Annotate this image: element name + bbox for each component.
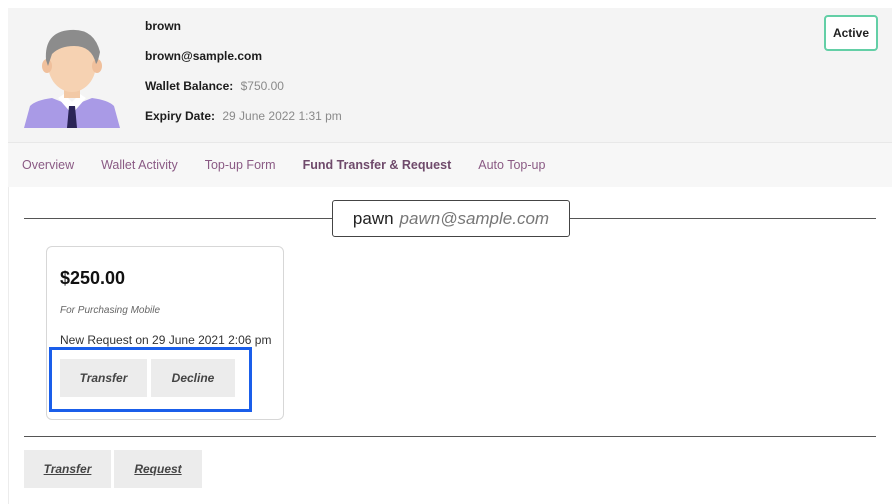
user-info: brown brown@sample.com Wallet Balance: $… xyxy=(145,18,342,138)
actions-divider xyxy=(24,436,876,437)
tab-bar: Overview Wallet Activity Top-up Form Fun… xyxy=(8,142,892,187)
transfer-button[interactable]: Transfer xyxy=(24,450,111,488)
contact-email: pawn@sample.com xyxy=(399,208,550,228)
wallet-balance-label: Wallet Balance: xyxy=(145,79,234,93)
request-note: For Purchasing Mobile xyxy=(60,305,161,316)
tab-top-up-form[interactable]: Top-up Form xyxy=(205,158,276,172)
request-transfer-button[interactable]: Transfer xyxy=(60,359,147,397)
user-name: brown xyxy=(145,19,181,33)
request-amount: $250.00 xyxy=(60,268,126,288)
avatar xyxy=(22,20,122,128)
expiry-date-value: 29 June 2022 1:31 pm xyxy=(222,109,342,123)
wallet-balance-value: $750.00 xyxy=(240,79,284,93)
expiry-date-label: Expiry Date: xyxy=(145,109,216,123)
user-email: brown@sample.com xyxy=(145,49,263,63)
tab-fund-transfer-request[interactable]: Fund Transfer & Request xyxy=(303,158,452,172)
request-date: New Request on 29 June 2021 2:06 pm xyxy=(60,333,272,347)
request-button[interactable]: Request xyxy=(114,450,202,488)
contact-name: pawn xyxy=(352,208,394,228)
tab-auto-top-up[interactable]: Auto Top-up xyxy=(478,158,545,172)
tab-overview[interactable]: Overview xyxy=(22,158,74,172)
tab-wallet-activity[interactable]: Wallet Activity xyxy=(101,158,178,172)
request-card: $250.00 For Purchasing Mobile New Reques… xyxy=(46,246,284,420)
status-badge: Active xyxy=(823,15,878,51)
request-decline-button[interactable]: Decline xyxy=(151,359,235,397)
profile-header: brown brown@sample.com Wallet Balance: $… xyxy=(8,8,892,142)
contact-pill: pawn pawn@sample.com xyxy=(332,200,570,237)
